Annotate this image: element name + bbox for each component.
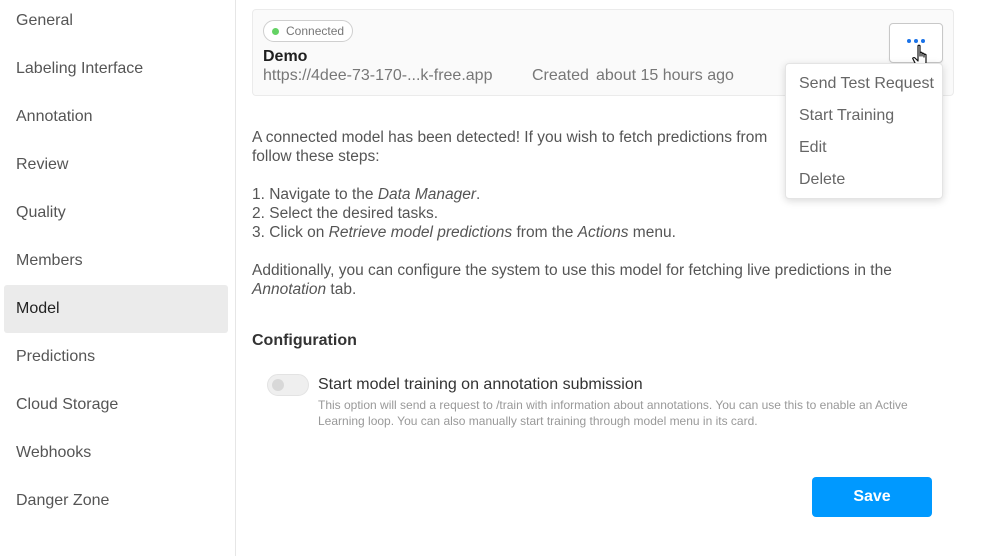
toggle-knob xyxy=(272,379,284,391)
status-label: Connected xyxy=(286,24,345,38)
step-1: 1. Navigate to the Data Manager. xyxy=(252,186,481,203)
created-value: about 15 hours ago xyxy=(596,67,734,84)
sidebar-item-cloud-storage[interactable]: Cloud Storage xyxy=(4,381,228,429)
menu-item-send-test-request[interactable]: Send Test Request xyxy=(786,68,944,100)
toggle-help-text: This option will send a request to /trai… xyxy=(318,398,908,428)
model-settings-panel: Connected Demo https://4dee-73-170-...k-… xyxy=(236,0,995,556)
sidebar-item-model[interactable]: Model xyxy=(4,285,228,333)
additional-note-line-2: Annotation tab. xyxy=(252,281,357,298)
training-toggle[interactable] xyxy=(267,374,309,396)
menu-item-start-training[interactable]: Start Training xyxy=(786,100,944,132)
menu-item-delete[interactable]: Delete xyxy=(786,164,944,196)
sidebar-item-annotation[interactable]: Annotation xyxy=(4,93,228,141)
model-url: https://4dee-73-170-...k-free.app xyxy=(263,67,493,84)
sidebar-item-review[interactable]: Review xyxy=(4,141,228,189)
status-badge: Connected xyxy=(263,20,354,42)
step-2: 2. Select the desired tasks. xyxy=(252,205,439,222)
sidebar-item-predictions[interactable]: Predictions xyxy=(4,333,228,381)
sidebar-item-quality[interactable]: Quality xyxy=(4,189,228,237)
save-button[interactable]: Save xyxy=(812,477,932,517)
created-label: Created xyxy=(532,67,589,84)
model-name: Demo xyxy=(263,48,308,65)
annotation-emphasis: Annotation xyxy=(252,281,327,298)
description-line-1: A connected model has been detected! If … xyxy=(252,129,768,146)
model-actions-menu: Send Test Request Start Training Edit De… xyxy=(785,63,943,199)
configuration-title: Configuration xyxy=(252,332,357,349)
step-3: 3. Click on Retrieve model predictions f… xyxy=(252,224,676,241)
sidebar-item-webhooks[interactable]: Webhooks xyxy=(4,429,228,477)
toggle-label: Start model training on annotation submi… xyxy=(318,376,643,393)
additional-note-line-1: Additionally, you can configure the syst… xyxy=(252,262,892,279)
sidebar-item-labeling-interface[interactable]: Labeling Interface xyxy=(4,45,228,93)
sidebar-item-members[interactable]: Members xyxy=(4,237,228,285)
actions-emphasis: Actions xyxy=(577,224,629,241)
status-dot-icon xyxy=(272,28,279,35)
sidebar-item-general[interactable]: General xyxy=(4,0,228,45)
menu-item-edit[interactable]: Edit xyxy=(786,132,944,164)
description-line-2: follow these steps: xyxy=(252,148,380,165)
sidebar-item-danger-zone[interactable]: Danger Zone xyxy=(4,477,228,525)
settings-sidebar: General Labeling Interface Annotation Re… xyxy=(0,0,236,556)
more-horizontal-icon xyxy=(907,39,925,43)
data-manager-emphasis: Data Manager xyxy=(377,186,477,203)
retrieve-predictions-emphasis: Retrieve model predictions xyxy=(328,224,513,241)
